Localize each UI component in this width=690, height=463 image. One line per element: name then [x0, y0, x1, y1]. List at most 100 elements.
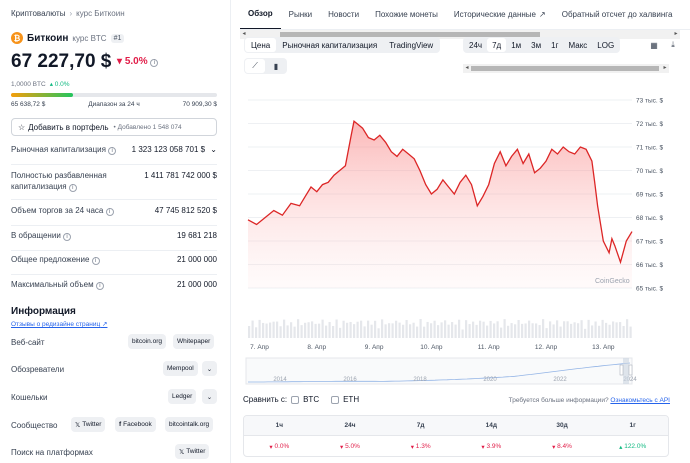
info-icon[interactable]: i	[95, 282, 104, 290]
price-point	[465, 175, 466, 176]
volume-bar	[416, 326, 419, 338]
breadcrumb-root[interactable]: Криптовалюты	[11, 9, 65, 18]
volume-bar	[300, 325, 303, 338]
tab-news[interactable]: Новости	[320, 0, 367, 29]
chevron-down-icon[interactable]: ⌄	[210, 145, 217, 154]
info-icon[interactable]: i	[91, 257, 100, 265]
price-point	[379, 135, 380, 136]
chip-mempool[interactable]: Mempool	[163, 361, 198, 376]
info-row-wallets: Кошельки Ledger ⌄	[11, 389, 217, 407]
chevron-down-icon[interactable]: ⌄	[202, 389, 217, 404]
volume-bar	[482, 321, 485, 338]
checkbox-btc[interactable]	[291, 395, 300, 404]
volume-bar	[496, 321, 499, 338]
stat-label: В обращении i	[11, 230, 126, 241]
review-link[interactable]: Отзывы о редизайне страниц ↗	[11, 320, 107, 328]
caret-down-icon: ▾	[117, 56, 123, 67]
range-max[interactable]: Макс	[563, 38, 592, 52]
tab-overview[interactable]: Обзор	[240, 0, 281, 29]
price-point	[431, 193, 432, 194]
download-icon[interactable]: ⤓	[664, 37, 682, 53]
price-point	[256, 224, 257, 225]
info-icon[interactable]: i	[108, 147, 117, 155]
range-log[interactable]: LOG	[592, 38, 619, 52]
compare-label: Сравнить с:	[243, 395, 288, 404]
stat-label: Общее предложение i	[11, 254, 126, 265]
info-icon[interactable]: i	[105, 208, 114, 216]
stat-value: 21 000 000	[176, 280, 217, 289]
chip-bitcointalk[interactable]: bitcointalk.org	[165, 417, 214, 432]
price-point	[460, 182, 461, 183]
range-24h[interactable]: 24ч	[464, 38, 487, 52]
navigator-handle[interactable]	[619, 364, 624, 376]
scrollbar-thumb[interactable]	[471, 66, 659, 71]
info-icon[interactable]: i	[63, 233, 72, 241]
price-point	[339, 170, 340, 171]
navigator-selection[interactable]	[623, 358, 629, 384]
info-icon[interactable]: i	[68, 184, 77, 192]
scroll-left-icon[interactable]: ◂	[463, 64, 471, 73]
info-icon[interactable]: i	[150, 59, 159, 67]
volume-bar	[545, 328, 548, 338]
range-1m[interactable]: 1м	[506, 38, 526, 52]
volume-bar	[272, 321, 275, 338]
range-7d[interactable]: 7д	[487, 38, 507, 52]
volume-bar	[304, 322, 307, 338]
price-point	[471, 184, 472, 185]
perf-value-cell: ▾ 1.3%	[385, 436, 456, 456]
volume-bar	[388, 323, 391, 338]
add-to-portfolio-button[interactable]: ☆ Добавить в портфель • Добавлено 1 548 …	[11, 118, 217, 136]
chip-twitter[interactable]: 𝕏 Twitter	[71, 417, 106, 432]
volume-bar	[528, 320, 531, 338]
price-point	[362, 128, 363, 129]
price-point	[620, 262, 621, 263]
price-point	[425, 184, 426, 185]
price-chart[interactable]: 65 тыс. $ 66 тыс. $ 67 тыс. $ 68 тыс. $ 69 т…	[240, 88, 690, 388]
checkbox-eth[interactable]	[331, 395, 340, 404]
chip-facebook[interactable]: f Facebook	[115, 417, 156, 432]
navigator-handle[interactable]	[628, 364, 633, 376]
price-point	[631, 231, 632, 232]
chip-whitepaper[interactable]: Whitepaper	[173, 334, 215, 349]
chip-search-twitter[interactable]: 𝕏 Twitter	[175, 444, 210, 459]
volume-bar	[437, 325, 440, 338]
x-tick-label: 13. Апр	[592, 344, 615, 351]
volume-bar	[395, 320, 398, 338]
tab-similar[interactable]: Похожие монеты	[367, 0, 446, 29]
volume-bar	[559, 326, 562, 338]
line-chart-icon[interactable]: ⟋	[245, 59, 265, 73]
coingecko-watermark: CoinGecko	[595, 278, 630, 285]
scroll-right-icon[interactable]: ▸	[661, 64, 669, 73]
range-1y[interactable]: 1г	[546, 38, 563, 52]
price-point	[419, 170, 420, 171]
metric-market-cap[interactable]: Рыночная капитализация	[276, 38, 383, 52]
stat-value: 1 323 123 058 701 $ ⌄	[132, 144, 217, 155]
price-point	[247, 219, 248, 220]
range-scrollbar[interactable]: ◂ ▸	[463, 64, 669, 73]
tab-historical[interactable]: Исторические данные ↗	[446, 0, 554, 29]
chevron-down-icon[interactable]: ⌄	[202, 361, 217, 376]
calendar-icon[interactable]: ▦	[645, 37, 663, 53]
chip-bitcoin-org[interactable]: bitcoin.org	[128, 334, 166, 349]
chip-ledger[interactable]: Ledger	[168, 389, 197, 404]
metric-tradingview[interactable]: TradingView	[383, 38, 439, 52]
stat-circulating: В обращении i 19 681 218	[11, 230, 217, 251]
price-point	[448, 186, 449, 187]
volume-bar	[517, 320, 520, 338]
volume-bar	[335, 319, 338, 338]
volume-bar	[584, 328, 587, 338]
stat-value: 19 681 218	[176, 231, 217, 240]
volume-bar	[402, 324, 405, 338]
range-labels: 65 638,72 $ Диапазон за 24 ч 70 909,30 $	[11, 101, 217, 108]
compare-eth-label: ETH	[343, 395, 360, 404]
candlestick-chart-icon[interactable]: ▮	[266, 59, 286, 73]
volume-bar	[430, 323, 433, 338]
api-link[interactable]: Ознакомьтесь с API	[610, 397, 670, 404]
range-3m[interactable]: 3м	[526, 38, 546, 52]
tab-markets[interactable]: Рынки	[281, 0, 320, 29]
price-point	[282, 215, 283, 216]
tab-halving[interactable]: Обратный отсчет до халвинга	[554, 0, 681, 29]
range-bar-fill	[11, 93, 73, 97]
price-point	[265, 217, 266, 218]
metric-price[interactable]: Цена	[245, 38, 277, 52]
